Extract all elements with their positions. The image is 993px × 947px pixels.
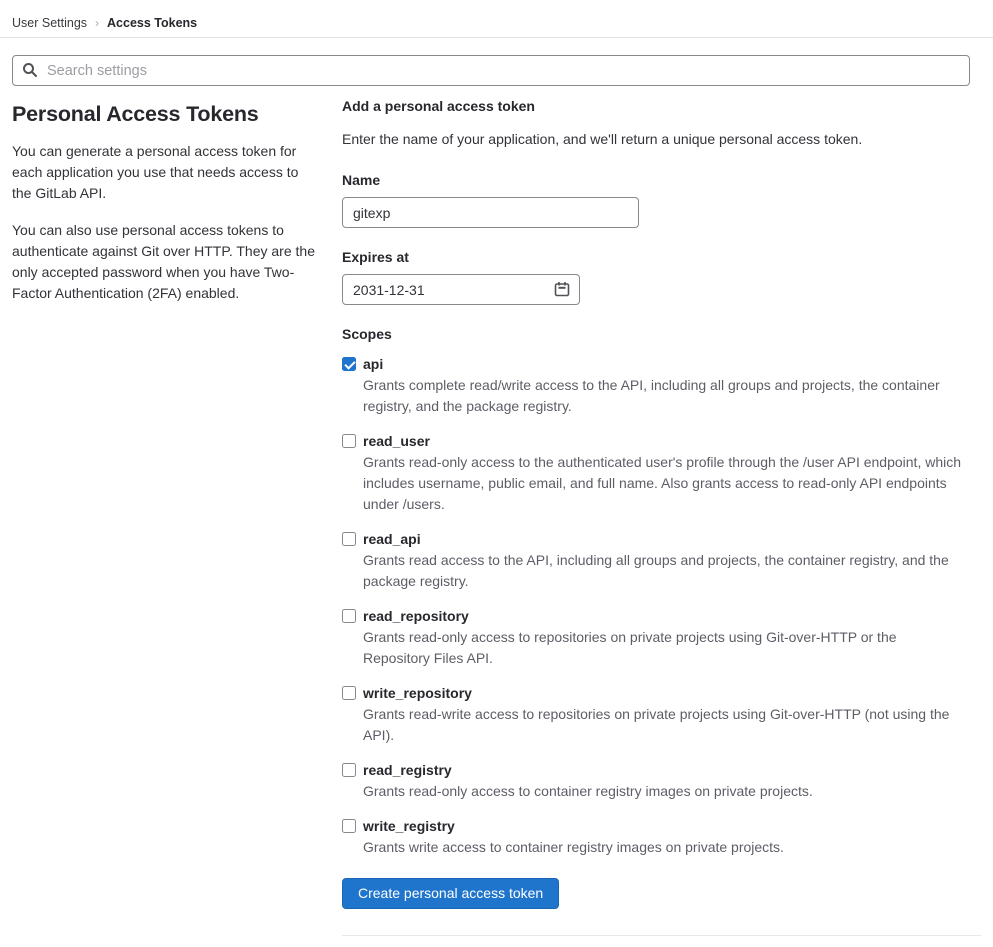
settings-search (12, 55, 981, 86)
scope-checkbox-read_user[interactable] (342, 434, 356, 448)
scope-head-write_repository: write_repository (342, 685, 981, 701)
scope-checkbox-read_registry[interactable] (342, 763, 356, 777)
section-divider (342, 935, 981, 936)
section-description-column: Personal Access Tokens You can generate … (12, 96, 318, 936)
expires-field-group: Expires at (342, 249, 981, 305)
chevron-right-icon: › (95, 16, 100, 30)
scope-checkbox-read_api[interactable] (342, 532, 356, 546)
search-input[interactable] (12, 55, 970, 86)
scope-checkbox-api[interactable] (342, 357, 356, 371)
breadcrumb-access-tokens: Access Tokens (107, 15, 198, 30)
scope-checkbox-write_registry[interactable] (342, 819, 356, 833)
scope-name-read_repository[interactable]: read_repository (363, 608, 469, 624)
scope-checkbox-write_repository[interactable] (342, 686, 356, 700)
scope-row-write_registry: write_registry Grants write access to con… (342, 818, 981, 858)
section-paragraph-1: You can generate a personal access token… (12, 143, 299, 201)
scope-name-write_registry[interactable]: write_registry (363, 818, 455, 834)
expires-label: Expires at (342, 249, 409, 265)
scope-description-api: Grants complete read/write access to the… (363, 377, 940, 414)
submit-row: Create personal access token (342, 878, 981, 909)
scope-description-read_api: Grants read access to the API, including… (363, 552, 949, 589)
scope-name-write_repository[interactable]: write_repository (363, 685, 472, 701)
breadcrumb-user-settings[interactable]: User Settings (12, 16, 87, 30)
scope-description-write_repository: Grants read-write access to repositories… (363, 706, 950, 743)
create-token-button[interactable]: Create personal access token (342, 878, 560, 909)
scope-row-read_repository: read_repository Grants read-only access t… (342, 608, 981, 669)
scope-head-read_repository: read_repository (342, 608, 981, 624)
scope-checkbox-read_repository[interactable] (342, 609, 356, 623)
scope-row-read_registry: read_registry Grants read-only access to … (342, 762, 981, 802)
scope-name-api[interactable]: api (363, 356, 383, 372)
scope-head-write_registry: write_registry (342, 818, 981, 834)
scope-head-api: api (342, 356, 981, 372)
scope-row-write_repository: write_repository Grants read-write access… (342, 685, 981, 746)
scope-name-read_api[interactable]: read_api (363, 531, 421, 547)
settings-content: Personal Access Tokens You can generate … (0, 86, 993, 936)
scope-head-read_api: read_api (342, 531, 981, 547)
scope-row-read_api: read_api Grants read access to the API, i… (342, 531, 981, 592)
name-label: Name (342, 172, 381, 188)
token-form-column: Add a personal access token Enter the na… (342, 96, 981, 936)
section-paragraph-2: You can also use personal access tokens … (12, 222, 315, 301)
scope-name-read_user[interactable]: read_user (363, 433, 430, 449)
scope-description-read_repository: Grants read-only access to repositories … (363, 629, 897, 666)
scope-description-write_registry: Grants write access to container registr… (363, 839, 784, 855)
scope-head-read_registry: read_registry (342, 762, 981, 778)
scopes-list: api Grants complete read/write access to … (342, 356, 981, 858)
breadcrumb: User Settings › Access Tokens (12, 16, 197, 30)
scope-description-read_user: Grants read-only access to the authentic… (363, 454, 962, 512)
scope-description-read_registry: Grants read-only access to container reg… (363, 783, 813, 799)
name-input[interactable] (342, 197, 639, 228)
name-field-group: Name (342, 172, 981, 228)
form-description: Enter the name of your application, and … (342, 131, 863, 147)
page-title: Personal Access Tokens (12, 102, 259, 126)
form-heading: Add a personal access token (342, 98, 535, 114)
breadcrumb-bar: User Settings › Access Tokens (0, 0, 993, 38)
scopes-label: Scopes (342, 326, 392, 342)
scope-head-read_user: read_user (342, 433, 981, 449)
scope-row-api: api Grants complete read/write access to … (342, 356, 981, 417)
scope-name-read_registry[interactable]: read_registry (363, 762, 452, 778)
expires-at-input[interactable] (342, 274, 580, 305)
scope-row-read_user: read_user Grants read-only access to the … (342, 433, 981, 515)
